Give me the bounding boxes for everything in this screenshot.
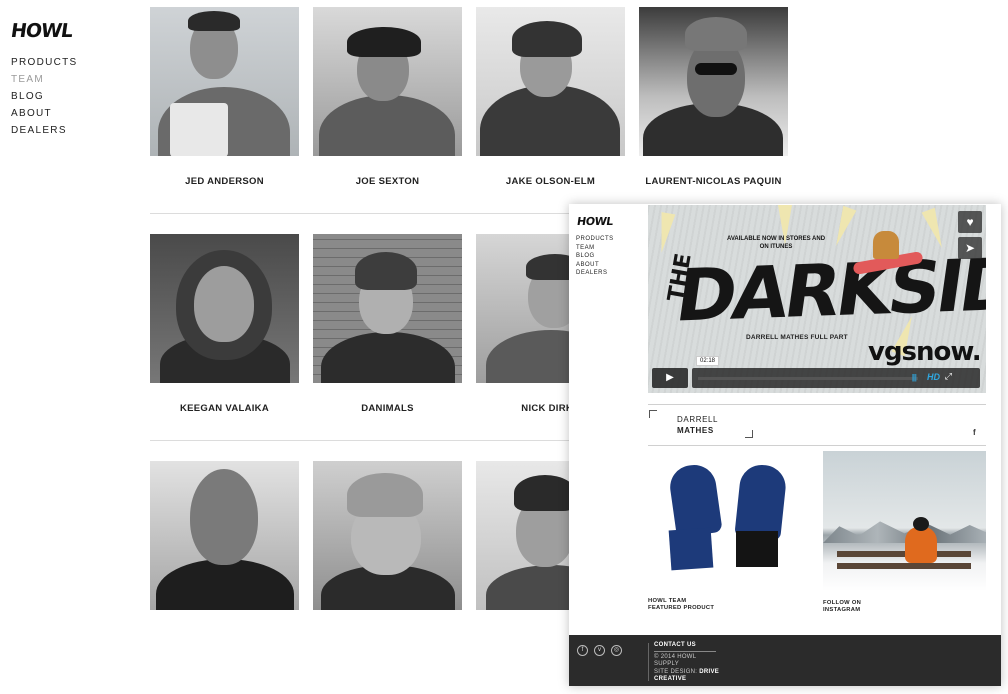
team-card[interactable]: JAKE OLSON-ELM xyxy=(476,7,625,187)
main-nav: PRODUCTS TEAM BLOG ABOUT DEALERS xyxy=(11,54,78,139)
team-card[interactable]: KEEGAN VALAIKA xyxy=(150,234,299,414)
nav-about[interactable]: ABOUT xyxy=(11,105,78,122)
instagram-caption[interactable]: FOLLOW ON INSTAGRAM xyxy=(823,600,861,614)
bracket-decor xyxy=(745,430,753,438)
company-name: SUPPLY xyxy=(654,661,680,667)
rider-last-name: MATHES xyxy=(677,426,714,435)
video-time: 02:18 xyxy=(696,356,720,366)
rider-photo xyxy=(313,461,462,610)
nav-dealers[interactable]: DEALERS xyxy=(11,122,78,139)
preview-divider xyxy=(648,404,986,405)
rider-name[interactable]: JAKE OLSON-ELM xyxy=(476,176,625,187)
site-design-credit: SITE DESIGN: DRIVE xyxy=(654,668,720,675)
rider-first-name: DARRELL xyxy=(677,415,719,424)
team-card[interactable]: LAURENT-NICOLAS PAQUIN xyxy=(639,7,788,187)
design-agency-line-2: CREATIVE xyxy=(654,676,687,682)
hd-toggle[interactable]: HD xyxy=(927,372,940,382)
bracket-decor xyxy=(649,410,657,418)
featured-product-caption[interactable]: HOWL TEAM FEATURED PRODUCT xyxy=(648,598,714,612)
team-card[interactable]: DANIMALS xyxy=(313,234,462,414)
copyright: © 2014 HOWL xyxy=(654,653,697,660)
preview-nav-products[interactable]: PRODUCTS xyxy=(576,235,614,244)
howl-logo[interactable]: HOWL xyxy=(9,20,73,42)
rider-name[interactable]: LAURENT-NICOLAS PAQUIN xyxy=(639,176,788,187)
heart-icon[interactable]: ♥ xyxy=(958,211,982,233)
rider-photo xyxy=(150,7,299,156)
team-card[interactable]: JED ANDERSON xyxy=(150,7,299,187)
volume-icon[interactable]: |||| xyxy=(912,373,917,382)
featured-product-tile[interactable] xyxy=(648,451,815,591)
rider-photo xyxy=(476,7,625,156)
team-card[interactable] xyxy=(150,461,299,610)
preview-logo[interactable]: HOWL xyxy=(576,215,614,228)
preview-nav-about[interactable]: ABOUT xyxy=(576,261,614,270)
instagram-tile[interactable] xyxy=(823,451,986,591)
rider-photo xyxy=(150,461,299,610)
snowboarder-graphic xyxy=(852,227,924,275)
rider-name[interactable]: JOE SEXTON xyxy=(313,176,462,187)
rider-name[interactable]: DANIMALS xyxy=(313,403,462,414)
rider-photo xyxy=(313,234,462,383)
video-player[interactable]: THE AVAILABLE NOW IN STORES AND ON ITUNE… xyxy=(648,205,986,393)
team-card[interactable] xyxy=(313,461,462,610)
preview-divider xyxy=(648,445,986,446)
rider-photo xyxy=(639,7,788,156)
facebook-icon[interactable]: f xyxy=(577,645,588,656)
nav-team[interactable]: TEAM xyxy=(11,71,78,88)
rider-name[interactable]: JED ANDERSON xyxy=(150,176,299,187)
rider-page-preview: HOWL PRODUCTS TEAM BLOG ABOUT DEALERS TH… xyxy=(569,204,1001,686)
preview-rider-name: DARRELL MATHES xyxy=(677,414,718,436)
preview-nav-dealers[interactable]: DEALERS xyxy=(576,269,614,278)
vgsnow-logo: vgsnow. xyxy=(868,337,982,367)
nav-products[interactable]: PRODUCTS xyxy=(11,54,78,71)
video-controls: 02:18 ▶ |||| HD ⤢ xyxy=(652,356,980,388)
vimeo-icon[interactable]: v xyxy=(594,645,605,656)
instagram-icon[interactable]: ◎ xyxy=(611,645,622,656)
rider-name[interactable]: KEEGAN VALAIKA xyxy=(150,403,299,414)
preview-nav: PRODUCTS TEAM BLOG ABOUT DEALERS xyxy=(576,235,614,278)
contact-us-link[interactable]: CONTACT US xyxy=(654,642,716,652)
fullscreen-icon[interactable]: ⤢ xyxy=(945,371,952,382)
footer-info: CONTACT US © 2014 HOWL SUPPLY SITE DESIG… xyxy=(654,642,719,684)
preview-footer: f v ◎ CONTACT US © 2014 HOWL SUPPLY SITE… xyxy=(569,635,1001,686)
play-icon[interactable]: ▶ xyxy=(652,368,688,388)
video-subtitle: DARRELL MATHES FULL PART xyxy=(746,334,848,341)
rider-photo xyxy=(150,234,299,383)
video-title: DARKSIDE xyxy=(671,240,986,338)
facebook-icon[interactable]: f xyxy=(973,428,976,437)
nav-blog[interactable]: BLOG xyxy=(11,88,78,105)
design-agency-link[interactable]: DRIVE xyxy=(699,669,719,675)
preview-nav-team[interactable]: TEAM xyxy=(576,244,614,253)
team-card[interactable]: JOE SEXTON xyxy=(313,7,462,187)
footer-divider xyxy=(648,643,649,681)
video-progress-bar[interactable]: |||| HD ⤢ xyxy=(692,368,980,388)
rider-photo xyxy=(313,7,462,156)
preview-nav-blog[interactable]: BLOG xyxy=(576,252,614,261)
send-icon[interactable]: ➤ xyxy=(958,237,982,259)
